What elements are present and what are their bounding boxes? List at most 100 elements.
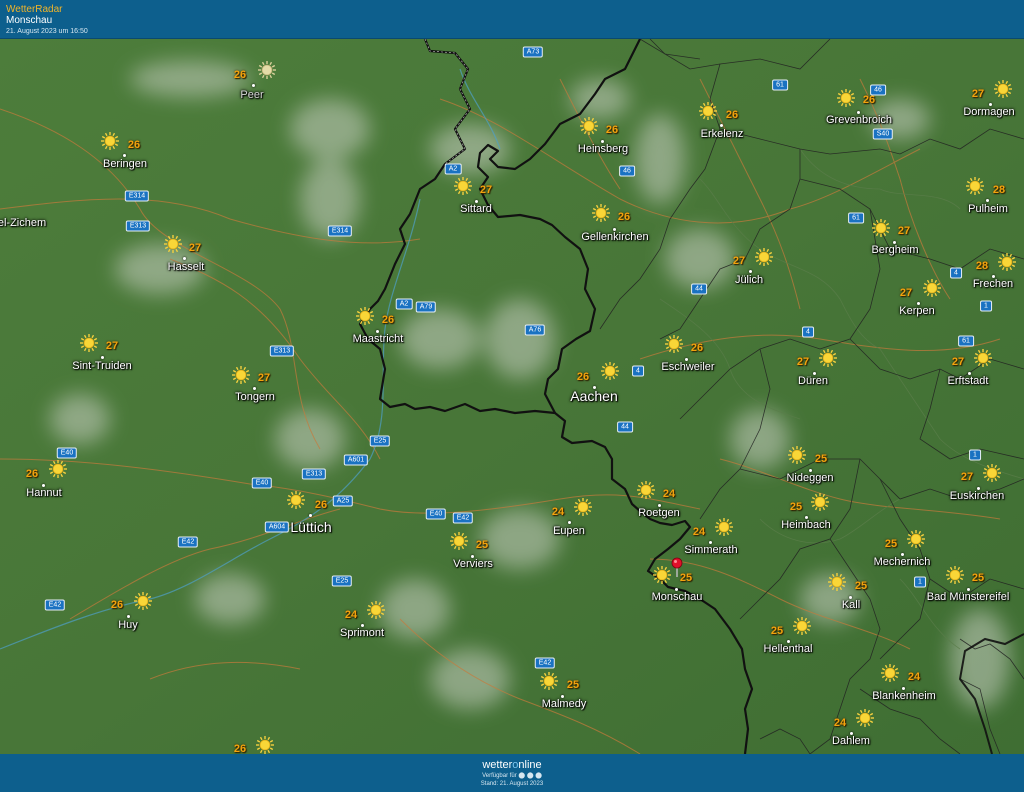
temperature-value: 24 bbox=[662, 488, 676, 500]
sun-icon bbox=[974, 349, 992, 367]
sun-icon bbox=[837, 89, 855, 107]
road-badge: A2 bbox=[395, 298, 413, 310]
city-label[interactable]: Hellenthal bbox=[764, 643, 813, 655]
city-label[interactable]: Peer bbox=[240, 89, 263, 101]
road-badge: A76 bbox=[524, 324, 546, 336]
road-badge: 4 bbox=[632, 365, 644, 377]
city-label[interactable]: Malmedy bbox=[542, 698, 587, 710]
sun-icon bbox=[699, 102, 717, 120]
road-badge: 46 bbox=[619, 165, 635, 177]
temperature-value: 27 bbox=[257, 372, 271, 384]
sun-icon bbox=[755, 248, 773, 266]
road-badge: E42 bbox=[534, 657, 556, 669]
temperature-value: 26 bbox=[233, 69, 247, 81]
temperature-value: 27 bbox=[105, 340, 119, 352]
city-label[interactable]: Dahlem bbox=[832, 735, 870, 747]
temperature-value: 25 bbox=[854, 580, 868, 592]
sun-icon bbox=[872, 219, 890, 237]
city-label[interactable]: Beringen bbox=[103, 158, 147, 170]
sun-icon bbox=[356, 307, 374, 325]
temperature-value: 26 bbox=[314, 499, 328, 511]
logo-part-b: nline bbox=[518, 759, 542, 771]
city-dot bbox=[182, 256, 186, 260]
road-badge: E314 bbox=[124, 190, 150, 202]
city-label[interactable]: Eupen bbox=[553, 525, 585, 537]
city-label[interactable]: Kall bbox=[842, 599, 860, 611]
city-label[interactable]: Hasselt bbox=[168, 261, 205, 273]
city-dot bbox=[251, 83, 255, 87]
sun-icon bbox=[287, 491, 305, 509]
city-label[interactable]: Frechen bbox=[973, 278, 1013, 290]
city-label[interactable]: Monschau bbox=[652, 591, 703, 603]
temperature-value: 24 bbox=[907, 671, 921, 683]
city-label[interactable]: Gellenkirchen bbox=[581, 231, 648, 243]
city-label[interactable]: Mechernich bbox=[874, 556, 931, 568]
road-badge: E40 bbox=[251, 477, 273, 489]
city-label[interactable]: Grevenbroich bbox=[826, 114, 892, 126]
temperature-value: 26 bbox=[576, 371, 590, 383]
road-badge: A73 bbox=[522, 46, 544, 58]
city-label[interactable]: Simmerath bbox=[684, 544, 737, 556]
city-label[interactable]: Sittard bbox=[460, 203, 492, 215]
city-dot bbox=[100, 355, 104, 359]
road-badge: E42 bbox=[44, 599, 66, 611]
road-badge: 61 bbox=[772, 79, 788, 91]
city-label[interactable]: Roetgen bbox=[638, 507, 680, 519]
sun-icon bbox=[256, 736, 274, 754]
road-badge: 44 bbox=[617, 421, 633, 433]
city-label[interactable]: Düren bbox=[798, 375, 828, 387]
city-label[interactable]: Nideggen bbox=[786, 472, 833, 484]
city-label[interactable]: Jülich bbox=[735, 274, 763, 286]
sun-icon bbox=[367, 601, 385, 619]
sun-icon bbox=[574, 498, 592, 516]
city-label[interactable]: Bergheim bbox=[871, 244, 918, 256]
city-label[interactable]: Dormagen bbox=[963, 106, 1014, 118]
road-badge: A79 bbox=[415, 301, 437, 313]
city-label[interactable]: Eschweiler bbox=[661, 361, 714, 373]
city-label[interactable]: Aachen bbox=[570, 388, 617, 404]
temperature-value: 27 bbox=[899, 287, 913, 299]
city-label[interactable]: Maastricht bbox=[353, 333, 404, 345]
sun-icon bbox=[811, 493, 829, 511]
temperature-value: 27 bbox=[971, 88, 985, 100]
city-label[interactable]: Lüttich bbox=[290, 519, 331, 535]
wetteronline-logo[interactable]: wetteronline bbox=[0, 754, 1024, 772]
city-label[interactable]: Bad Münstereifel bbox=[927, 591, 1010, 603]
sun-icon bbox=[450, 532, 468, 550]
city-dot bbox=[567, 520, 571, 524]
road-badge: A25 bbox=[332, 495, 354, 507]
logo-part-a: wetter bbox=[482, 759, 513, 771]
city-dot bbox=[748, 269, 752, 273]
city-label[interactable]: Tongern bbox=[235, 391, 275, 403]
sun-icon bbox=[946, 566, 964, 584]
city-label[interactable]: Verviers bbox=[453, 558, 493, 570]
city-label[interactable]: Huy bbox=[118, 619, 138, 631]
temperature-value: 25 bbox=[770, 625, 784, 637]
temperature-value: 26 bbox=[233, 743, 247, 754]
location-pin-icon[interactable] bbox=[671, 557, 683, 577]
city-label[interactable]: Blankenheim bbox=[872, 690, 936, 702]
city-label[interactable]: Erftstadt bbox=[948, 375, 989, 387]
radar-map[interactable]: 26 Peer 26 Beringen el-Zichem 27 Hasselt 27 Sint… bbox=[0, 39, 1024, 754]
temperature-value: 28 bbox=[975, 260, 989, 272]
city-label[interactable]: Heimbach bbox=[781, 519, 831, 531]
city-label[interactable]: Sint-Truiden bbox=[72, 360, 132, 372]
city-label[interactable]: Sprimont bbox=[340, 627, 384, 639]
sun-icon bbox=[983, 464, 1001, 482]
city-label[interactable]: Hannut bbox=[26, 487, 61, 499]
city-label[interactable]: Pulheim bbox=[968, 203, 1008, 215]
city-label[interactable]: el-Zichem bbox=[0, 217, 46, 229]
city-label[interactable]: Kerpen bbox=[899, 305, 934, 317]
timestamp: 21. August 2023 um 16:50 bbox=[6, 28, 88, 35]
road-badge: E42 bbox=[177, 536, 199, 548]
city-label[interactable]: Erkelenz bbox=[701, 128, 744, 140]
road-badge: E313 bbox=[125, 220, 151, 232]
city-label[interactable]: Euskirchen bbox=[950, 490, 1004, 502]
road-badge: 44 bbox=[691, 283, 707, 295]
sun-icon bbox=[49, 460, 67, 478]
sun-icon bbox=[454, 177, 472, 195]
city-label[interactable]: Heinsberg bbox=[578, 143, 628, 155]
temperature-value: 24 bbox=[692, 526, 706, 538]
sun-icon bbox=[80, 334, 98, 352]
sun-icon bbox=[994, 80, 1012, 98]
